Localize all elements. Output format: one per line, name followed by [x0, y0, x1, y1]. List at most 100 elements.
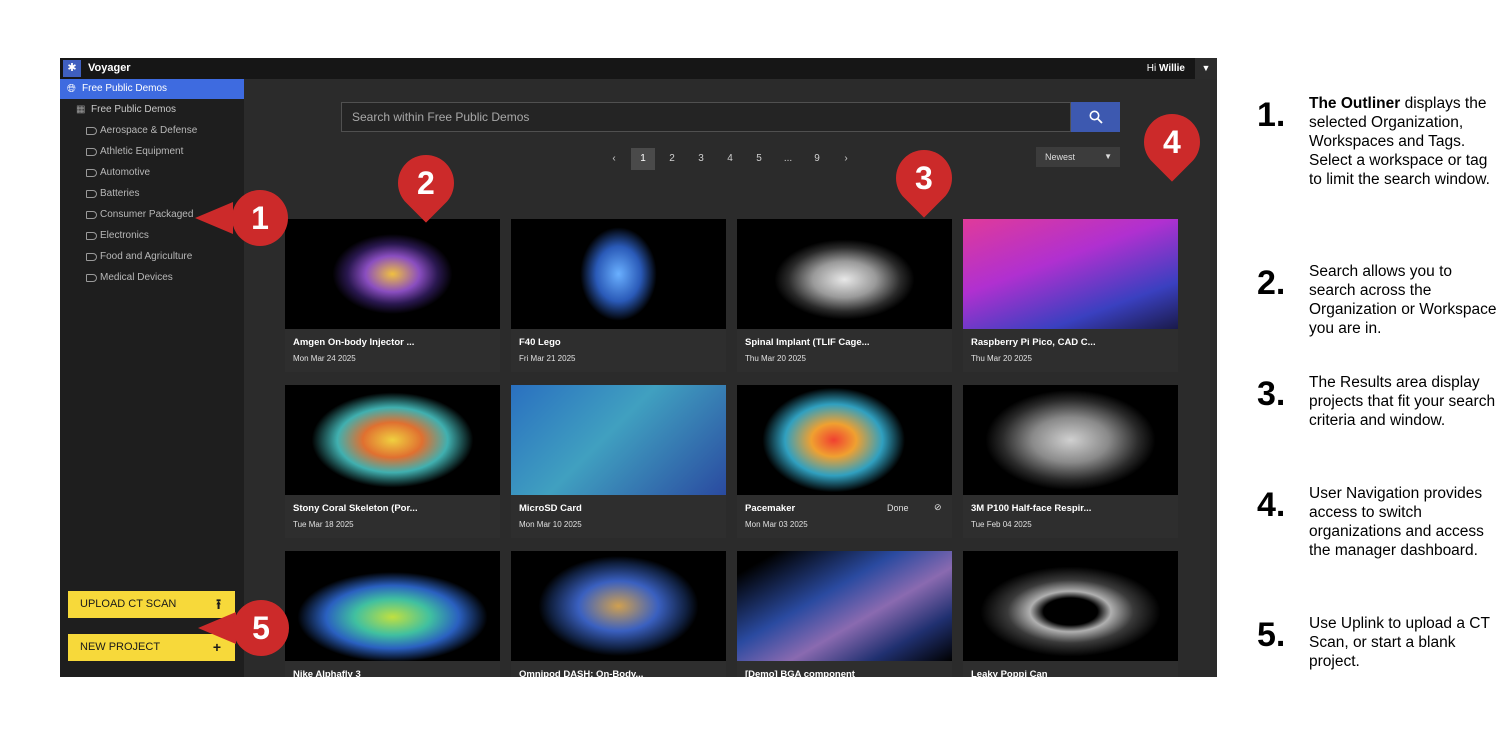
tag-icon	[86, 232, 97, 240]
tag-label: Medical Devices	[100, 272, 173, 283]
result-title: Raspberry Pi Pico, CAD C...	[971, 337, 1096, 348]
result-thumbnail	[511, 551, 726, 661]
globe-icon: 🌐︎	[67, 83, 76, 95]
sidebar-tag-electronics[interactable]: Electronics	[86, 229, 149, 243]
result-footer: Leaky Poppi Can	[963, 661, 1178, 677]
result-thumbnail	[737, 551, 952, 661]
callout-4-number: 4	[1163, 124, 1181, 161]
tag-label: Batteries	[100, 188, 140, 199]
search-input[interactable]	[342, 103, 1070, 131]
result-card[interactable]: F40 Lego Fri Mar 21 2025	[511, 219, 726, 372]
user-greeting[interactable]: Hi Willie	[1147, 63, 1185, 74]
user-menu-chevron-down-icon[interactable]: ▼	[1195, 58, 1217, 79]
legend-4-text: User Navigation provides access to switc…	[1309, 485, 1484, 559]
result-title: [Demo] BGA component	[745, 669, 855, 677]
callout-1-number: 1	[251, 200, 269, 236]
page-1-button[interactable]: 1	[631, 148, 655, 170]
result-card[interactable]: Nike Alphafly 3	[285, 551, 500, 677]
outliner-sidebar: 🌐︎ Free Public Demos ▦ Free Public Demos…	[60, 79, 244, 677]
tag-icon	[86, 211, 97, 219]
result-date: Mon Mar 24 2025	[293, 354, 356, 363]
page-4-button[interactable]: 4	[718, 148, 742, 170]
page-3-button[interactable]: 3	[689, 148, 713, 170]
result-card[interactable]: Amgen On-body Injector ... Mon Mar 24 202…	[285, 219, 500, 372]
workspace-label: Free Public Demos	[91, 104, 177, 115]
voyager-logo-icon[interactable]: ✱	[63, 60, 81, 77]
result-card[interactable]: Raspberry Pi Pico, CAD C... Thu Mar 20 20…	[963, 219, 1178, 372]
sidebar-tag-medical[interactable]: Medical Devices	[86, 271, 173, 285]
result-title: Omnipod DASH: On-Body...	[519, 669, 644, 677]
result-card[interactable]: [Demo] BGA component	[737, 551, 952, 677]
sidebar-item-organization[interactable]: 🌐︎ Free Public Demos	[60, 79, 244, 99]
organization-label: Free Public Demos	[82, 83, 168, 94]
page-5-button[interactable]: 5	[747, 148, 771, 170]
result-footer: 3M P100 Half-face Respir... Tue Feb 04 20…	[963, 495, 1178, 538]
result-thumbnail	[737, 385, 952, 495]
result-footer: Nike Alphafly 3	[285, 661, 500, 677]
result-title: F40 Lego	[519, 337, 561, 348]
result-footer: MicroSD Card Mon Mar 10 2025	[511, 495, 726, 538]
tag-icon	[86, 253, 97, 261]
building-icon: ▦	[76, 104, 86, 115]
legend-2-number: 2.	[1257, 264, 1286, 302]
sidebar-tag-aerospace[interactable]: Aerospace & Defense	[86, 124, 197, 138]
result-footer: [Demo] BGA component	[737, 661, 952, 677]
result-status: Done	[887, 503, 909, 513]
legend-3-number: 3.	[1257, 375, 1286, 413]
result-date: Tue Feb 04 2025	[971, 520, 1032, 529]
result-thumbnail	[963, 551, 1178, 661]
tag-label: Aerospace & Defense	[100, 125, 198, 136]
result-thumbnail	[511, 385, 726, 495]
tag-label: Consumer Packaged	[100, 209, 194, 220]
legend-4-number: 4.	[1257, 486, 1286, 524]
result-title: Nike Alphafly 3	[293, 669, 361, 677]
prev-page-button[interactable]: ‹	[602, 148, 626, 170]
result-thumbnail	[963, 219, 1178, 329]
result-date: Mon Mar 10 2025	[519, 520, 582, 529]
next-page-button[interactable]: ›	[834, 148, 858, 170]
result-footer: Stony Coral Skeleton (Por... Tue Mar 18 2…	[285, 495, 500, 538]
result-title: Pacemaker	[745, 503, 796, 514]
result-title: Amgen On-body Injector ...	[293, 337, 415, 348]
page-2-button[interactable]: 2	[660, 148, 684, 170]
upload-label: UPLOAD CT SCAN	[80, 598, 177, 610]
legend-5-text: Use Uplink to upload a CT Scan, or start…	[1309, 615, 1490, 670]
search-button[interactable]	[1071, 102, 1120, 132]
result-card[interactable]: Spinal Implant (TLIF Cage... Thu Mar 20 2…	[737, 219, 952, 372]
result-thumbnail	[285, 385, 500, 495]
callout-3-number: 3	[915, 160, 933, 197]
sidebar-tag-athletic[interactable]: Athletic Equipment	[86, 145, 183, 159]
results-grid: Amgen On-body Injector ... Mon Mar 24 202…	[285, 219, 1185, 679]
result-card[interactable]: Stony Coral Skeleton (Por... Tue Mar 18 2…	[285, 385, 500, 538]
result-card[interactable]: Pacemaker Mon Mar 03 2025 Done ⊘	[737, 385, 952, 538]
annotated-screenshot: ✱ Voyager Hi Willie ▼ 🌐︎ Free Public Dem…	[0, 0, 1512, 735]
result-footer: Omnipod DASH: On-Body...	[511, 661, 726, 677]
sidebar-tag-batteries[interactable]: Batteries	[86, 187, 139, 201]
sort-dropdown[interactable]: Newest ▼	[1036, 147, 1120, 167]
result-thumbnail	[737, 219, 952, 329]
user-name: Willie	[1158, 63, 1185, 74]
search-box	[341, 102, 1071, 132]
result-card[interactable]: Leaky Poppi Can	[963, 551, 1178, 677]
sidebar-tag-food[interactable]: Food and Agriculture	[86, 250, 192, 264]
result-card[interactable]: Omnipod DASH: On-Body...	[511, 551, 726, 677]
legend-1-number: 1.	[1257, 96, 1286, 134]
callout-2-number: 2	[417, 165, 435, 202]
result-thumbnail	[285, 551, 500, 661]
chevron-down-icon: ▼	[1104, 152, 1112, 161]
legend-5-number: 5.	[1257, 616, 1286, 654]
sidebar-tag-automotive[interactable]: Automotive	[86, 166, 150, 180]
greeting-prefix: Hi	[1146, 63, 1157, 74]
result-footer: F40 Lego Fri Mar 21 2025	[511, 329, 726, 372]
result-title: MicroSD Card	[519, 503, 582, 514]
sidebar-tag-consumer[interactable]: Consumer Packaged	[86, 208, 193, 222]
page-9-button[interactable]: 9	[805, 148, 829, 170]
result-footer: Amgen On-body Injector ... Mon Mar 24 202…	[285, 329, 500, 372]
sidebar-item-workspace[interactable]: ▦ Free Public Demos	[76, 103, 176, 117]
result-card[interactable]: MicroSD Card Mon Mar 10 2025	[511, 385, 726, 538]
result-card[interactable]: 3M P100 Half-face Respir... Tue Feb 04 20…	[963, 385, 1178, 538]
result-date: Tue Mar 18 2025	[293, 520, 354, 529]
legend-1-bold: The Outliner	[1309, 95, 1401, 112]
callout-5-pointer	[198, 612, 236, 644]
result-thumbnail	[285, 219, 500, 329]
